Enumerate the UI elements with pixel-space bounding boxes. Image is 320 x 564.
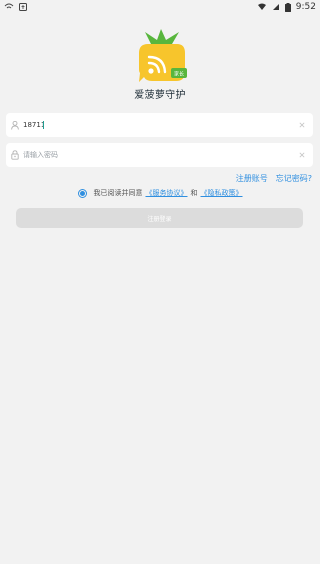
agreement-radio[interactable] — [77, 188, 87, 198]
logo-badge-text: 家长 — [174, 71, 184, 78]
status-right-icons: 9:52 — [257, 2, 316, 12]
privacy-policy-link[interactable]: 《隐私政策》 — [201, 188, 243, 198]
password-field[interactable] — [6, 143, 313, 167]
agreement-prefix: 我已阅读并同意 — [93, 189, 143, 197]
user-icon — [10, 119, 19, 131]
forgot-password-link[interactable]: 忘记密码? — [276, 173, 312, 184]
battery-icon — [284, 2, 291, 12]
app-name: 爱菠萝守护 — [134, 90, 186, 101]
wifi-icon — [257, 3, 267, 11]
agreement-and: 和 — [190, 189, 198, 197]
agreement-row: 我已阅读并同意 《服务协议》 和 《隐私政策》 — [0, 188, 320, 198]
text-cursor — [43, 121, 44, 129]
service-policy-link[interactable]: 《服务协议》 — [146, 188, 188, 198]
signal-icon — [272, 3, 280, 11]
clear-icon[interactable] — [298, 121, 306, 129]
register-link[interactable]: 注册账号 — [236, 173, 268, 184]
account-links: 注册账号 忘记密码? — [236, 173, 312, 184]
status-left-icons — [4, 3, 27, 11]
status-time: 9:52 — [295, 2, 316, 12]
status-bar: 9:52 — [0, 0, 320, 14]
app-logo: 家长 — [135, 26, 189, 84]
register-login-button[interactable]: 注册登录 — [16, 208, 303, 228]
notification-icon — [19, 3, 27, 11]
wifi-alert-icon — [4, 3, 14, 11]
radio-checked-dot — [79, 190, 85, 196]
lock-icon — [10, 149, 19, 161]
phone-input[interactable] — [23, 113, 43, 137]
password-input[interactable] — [23, 143, 292, 167]
phone-field[interactable] — [6, 113, 313, 137]
password-clear-icon[interactable] — [298, 151, 306, 159]
